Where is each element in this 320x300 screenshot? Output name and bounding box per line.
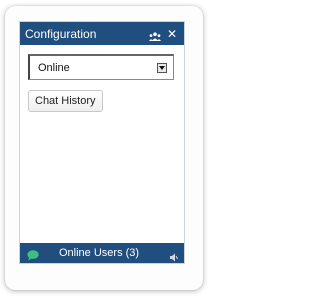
users-icon[interactable]: [148, 29, 161, 41]
online-users-label[interactable]: Online Users (3): [59, 247, 169, 259]
chat-bubble-icon: [27, 248, 39, 261]
panel-title: Configuration: [25, 26, 97, 41]
status-select-value: Online: [38, 61, 70, 74]
chat-configuration-panel: Configuration ✕ Online Chat History Onli…: [19, 21, 185, 264]
panel-footer[interactable]: Online Users (3): [20, 243, 184, 263]
sound-icon[interactable]: [169, 249, 178, 261]
chevron-down-icon[interactable]: [157, 62, 167, 73]
panel-header: Configuration ✕: [20, 22, 184, 45]
page: Configuration ✕ Online Chat History Onli…: [0, 0, 209, 300]
status-select[interactable]: Online: [28, 54, 174, 80]
close-icon[interactable]: ✕: [167, 28, 177, 40]
chat-history-button[interactable]: Chat History: [28, 90, 103, 112]
